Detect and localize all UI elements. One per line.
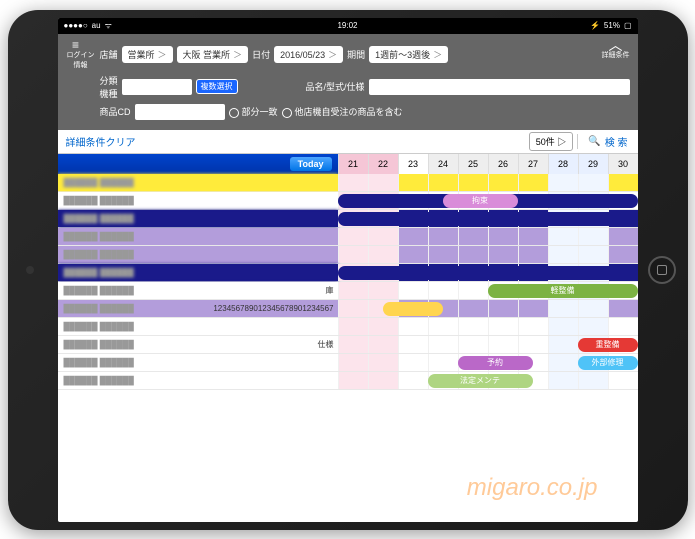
date-select[interactable]: 2016/05/23＞ [274, 46, 343, 63]
menu-button[interactable]: ≡ ログイン情報 [66, 40, 96, 70]
grid-row[interactable]: ██████ ██████ [58, 246, 638, 264]
day-header[interactable]: 23 [398, 154, 428, 174]
search-icon: 🔍 [588, 136, 600, 147]
class-label: 分類機種 [100, 74, 118, 100]
grid-row[interactable]: ██████ ██████ [58, 264, 638, 282]
grid-row[interactable]: ██████ ██████ [58, 210, 638, 228]
schedule-grid: Today 21222324252627282930 ██████ ██████… [58, 154, 638, 522]
day-header[interactable]: 22 [368, 154, 398, 174]
class-input[interactable] [122, 79, 192, 95]
chevron-up-icon: ︿ [602, 40, 630, 50]
schedule-bar[interactable]: 拘束 [443, 194, 518, 208]
grid-row[interactable]: ██████ ██████ [58, 228, 638, 246]
product-cd-input[interactable] [135, 104, 225, 120]
product-name-label: 品名/型式/仕様 [306, 80, 365, 93]
multi-select-button[interactable]: 複数選択 [196, 79, 238, 94]
day-header[interactable]: 29 [578, 154, 608, 174]
store-city-select[interactable]: 大阪 営業所＞ [177, 46, 249, 63]
schedule-bar[interactable]: 軽整備 [488, 284, 638, 298]
schedule-bar[interactable] [338, 212, 638, 226]
count-button[interactable]: 50件 ▷ [529, 132, 574, 151]
schedule-bar[interactable]: 外部修理 [578, 356, 638, 370]
product-name-input[interactable] [369, 79, 630, 95]
hamburger-icon: ≡ [66, 40, 86, 50]
filter-panel: ︿ 詳細条件 ≡ ログイン情報 店舗 営業所＞ 大阪 営業所＞ 日付 2016/… [58, 34, 638, 130]
grid-row[interactable]: ██████ ██████ [58, 318, 638, 336]
period-label: 期間 [347, 48, 365, 61]
today-button[interactable]: Today [290, 157, 332, 171]
clear-button[interactable]: 詳細条件クリア [58, 134, 144, 149]
date-label: 日付 [252, 48, 270, 61]
schedule-bar[interactable]: 法定メンテ [428, 374, 533, 388]
period-select[interactable]: 1週前～3週後＞ [369, 46, 448, 63]
include-other-radio[interactable]: 他店機自受注の商品を含む [282, 105, 403, 118]
day-header[interactable]: 26 [488, 154, 518, 174]
watermark: migaro.co.jp [467, 474, 598, 502]
grid-row[interactable]: ██████ ██████予約外部修理 [58, 354, 638, 372]
store-branch-select[interactable]: 営業所＞ [122, 46, 173, 63]
home-button[interactable] [648, 256, 676, 284]
grid-row[interactable]: ██████ ██████ [58, 174, 638, 192]
schedule-bar[interactable] [338, 266, 638, 280]
schedule-bar[interactable]: 予約 [458, 356, 533, 370]
grid-row[interactable]: ██████ ██████仕様重整備 [58, 336, 638, 354]
expand-toggle[interactable]: ︿ 詳細条件 [602, 40, 630, 60]
store-label: 店舗 [100, 48, 118, 61]
schedule-bar[interactable] [383, 302, 443, 316]
day-header[interactable]: 30 [608, 154, 638, 174]
schedule-bar[interactable]: 重整備 [578, 338, 638, 352]
grid-row[interactable]: ██████ ██████庫軽整備 [58, 282, 638, 300]
day-header[interactable]: 24 [428, 154, 458, 174]
grid-row[interactable]: ██████ ██████拘束 [58, 192, 638, 210]
day-header[interactable]: 25 [458, 154, 488, 174]
partial-match-radio[interactable]: 部分一致 [229, 105, 278, 118]
search-button[interactable]: 🔍検 索 [577, 134, 637, 149]
day-header[interactable]: 27 [518, 154, 548, 174]
day-header[interactable]: 28 [548, 154, 578, 174]
product-cd-label: 商品CD [100, 105, 131, 118]
grid-row[interactable]: ██████ ██████123456789012345678901234567 [58, 300, 638, 318]
grid-row[interactable]: ██████ ██████法定メンテ [58, 372, 638, 390]
status-bar: ●●●●○auᯤ 19:02 ⚡51%▢ [58, 18, 638, 34]
action-bar: 詳細条件クリア 50件 ▷ 🔍検 索 [58, 130, 638, 154]
day-header[interactable]: 21 [338, 154, 368, 174]
